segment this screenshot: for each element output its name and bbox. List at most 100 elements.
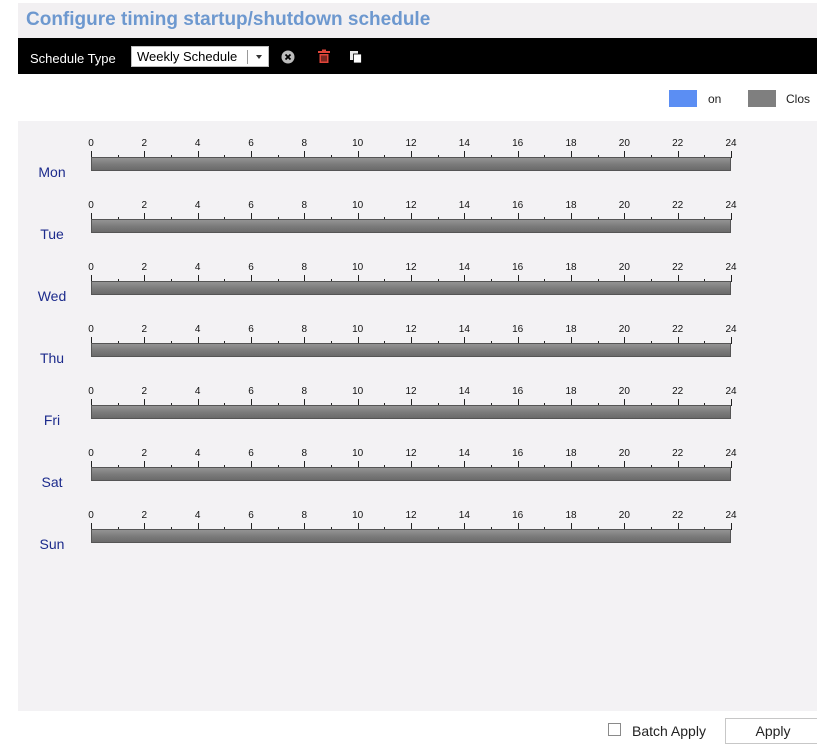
delete-icon[interactable] [317,49,331,63]
schedule-timeline-bar[interactable] [91,157,731,171]
hour-tick-label: 24 [725,448,737,459]
footer-bar: Batch Apply Apply [18,711,817,744]
schedule-timeline-bar[interactable] [91,281,731,295]
schedule-row-fri: Fri 0 2 4 6 8 10 12 14 16 18 20 22 24 [18,374,817,436]
hour-tick-label: 16 [512,138,524,149]
hour-tick-label: 10 [352,448,364,459]
hour-tick-label: 4 [194,324,201,335]
hour-tick-label: 2 [141,262,148,273]
hour-tick-label: 6 [248,510,254,521]
schedule-type-label: Schedule Type [30,51,116,66]
schedule-timeline-bar[interactable] [91,405,731,419]
day-label: Sat [41,474,63,490]
hour-tick-label: 4 [194,448,201,459]
hour-tick-label: 8 [301,262,308,273]
hour-tick-label: 2 [141,510,148,521]
hour-tick-label: 14 [458,448,470,459]
hour-tick-label: 24 [725,200,737,211]
schedule-row-mon: Mon 0 2 4 6 8 10 12 14 16 18 20 22 24 [18,126,817,188]
hour-tick-label: 14 [458,262,470,273]
hour-tick-label: 20 [618,138,630,149]
hour-tick-label: 22 [672,386,684,397]
hour-tick-label: 6 [248,324,254,335]
schedule-timeline-bar[interactable] [91,529,731,543]
day-label: Mon [38,164,66,180]
hour-tick-label: 24 [725,324,737,335]
schedule-type-select[interactable]: Weekly Schedule [131,46,269,67]
hour-tick-label: 12 [405,448,417,459]
hour-tick-label: 6 [248,262,254,273]
hour-tick-label: 2 [141,448,148,459]
hour-tick-label: 18 [565,138,577,149]
batch-apply-label: Batch Apply [632,723,706,739]
hour-tick-label: 2 [141,200,148,211]
copy-icon[interactable] [349,50,363,64]
select-divider [247,50,248,64]
hour-tick-label: 18 [565,200,577,211]
legend-on-label: on [708,92,722,106]
schedule-row-sat: Sat 0 2 4 6 8 10 12 14 16 18 20 22 24 [18,436,817,498]
hour-tick-label: 20 [618,324,630,335]
hour-tick-label: 8 [301,386,308,397]
hour-tick-label: 14 [458,386,470,397]
hour-tick-label: 20 [618,386,630,397]
hour-tick-label: 24 [725,386,737,397]
hour-tick-label: 14 [458,138,470,149]
apply-button[interactable]: Apply [725,718,817,744]
hour-tick-label: 12 [405,510,417,521]
legend-on-swatch [669,90,697,107]
hour-tick-label: 22 [672,324,684,335]
legend: on Clos [0,90,817,108]
hour-tick-label: 18 [565,510,577,521]
hour-tick-major [731,151,732,158]
hour-tick-label: 20 [618,448,630,459]
hour-tick-label: 18 [565,324,577,335]
hour-tick-label: 14 [458,510,470,521]
hour-tick-label: 18 [565,386,577,397]
schedule-timeline-bar[interactable] [91,219,731,233]
title-bar: Configure timing startup/shutdown schedu… [18,3,817,38]
schedule-panel: Mon 0 2 4 6 8 10 12 14 16 18 20 22 24 Tue 0 2 4 6 8 10 12 14 16… [18,121,817,711]
chevron-down-icon [256,55,262,59]
hour-tick-label: 12 [405,262,417,273]
page-title: Configure timing startup/shutdown schedu… [26,9,431,30]
hour-tick-label: 12 [405,138,417,149]
hour-tick-label: 10 [352,262,364,273]
schedule-row-thu: Thu 0 2 4 6 8 10 12 14 16 18 20 22 24 [18,312,817,374]
hour-tick-label: 4 [194,386,201,397]
hour-tick-label: 20 [618,200,630,211]
hour-tick-label: 16 [512,386,524,397]
hour-tick-label: 20 [618,510,630,521]
hour-tick-label: 0 [88,448,94,459]
schedule-timeline-bar[interactable] [91,343,731,357]
schedule-timeline-bar[interactable] [91,467,731,481]
hour-tick-label: 22 [672,262,684,273]
hour-tick-label: 14 [458,200,470,211]
schedule-row-tue: Tue 0 2 4 6 8 10 12 14 16 18 20 22 24 [18,188,817,250]
hour-tick-label: 2 [141,138,148,149]
day-label: Sun [39,536,65,552]
schedule-row-wed: Wed 0 2 4 6 8 10 12 14 16 18 20 22 24 [18,250,817,312]
legend-close-label: Clos [786,92,811,106]
hour-tick-label: 16 [512,200,524,211]
hour-tick-label: 4 [194,200,201,211]
hour-tick-label: 4 [194,262,201,273]
hour-tick-label: 10 [352,324,364,335]
hour-tick-label: 0 [88,386,94,397]
hour-tick-label: 10 [352,200,364,211]
clear-icon[interactable] [281,50,295,64]
hour-tick-label: 12 [405,200,417,211]
hour-tick-label: 22 [672,510,684,521]
hour-tick-label: 0 [88,324,94,335]
toolbar: Schedule Type Weekly Schedule [18,38,817,74]
hour-tick-label: 20 [618,262,630,273]
hour-tick-major [731,337,732,344]
legend-close-swatch [748,90,776,107]
hour-tick-label: 6 [248,200,254,211]
hour-tick-label: 2 [141,324,148,335]
batch-apply-checkbox[interactable] [608,723,621,736]
day-label: Thu [39,350,65,366]
hour-tick-label: 8 [301,448,308,459]
hour-tick-major [731,461,732,468]
hour-tick-label: 14 [458,324,470,335]
